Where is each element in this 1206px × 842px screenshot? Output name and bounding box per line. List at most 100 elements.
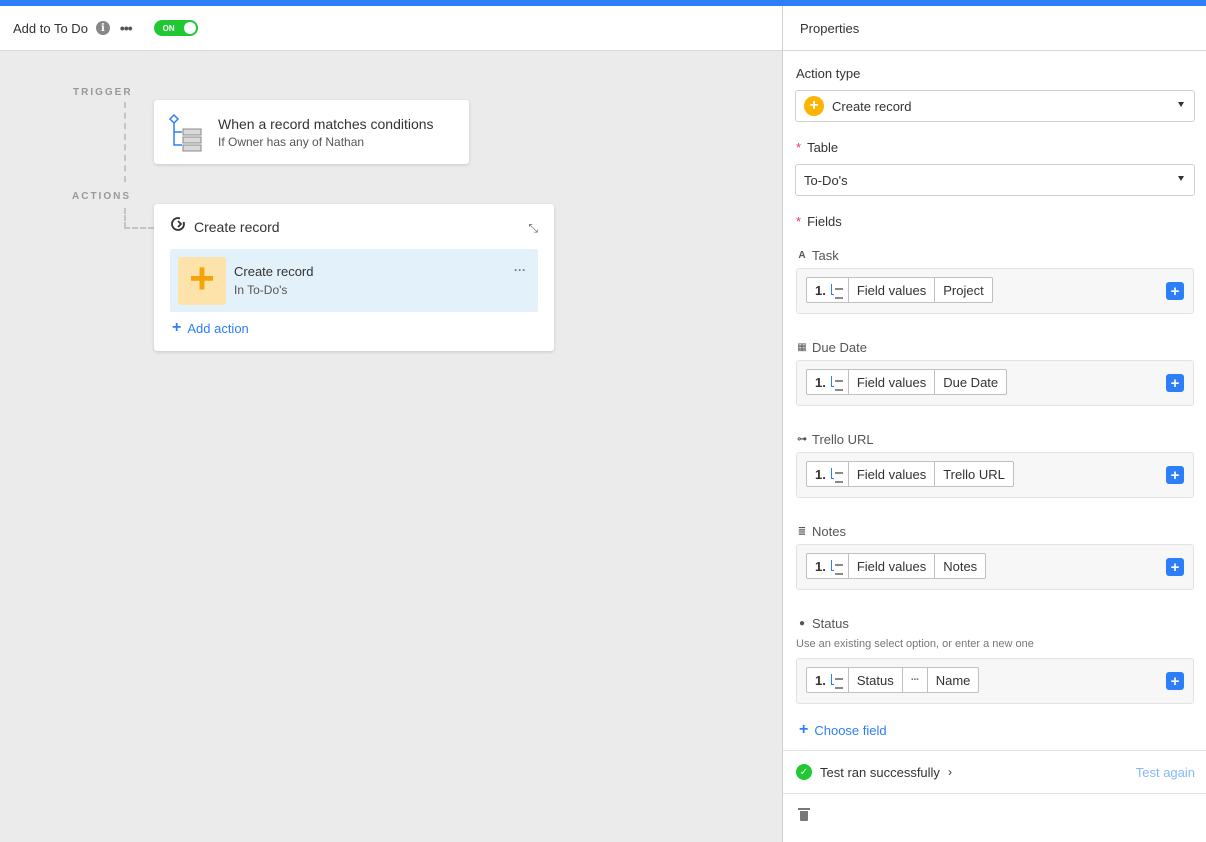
plus-icon: + (172, 319, 182, 336)
action-item-more-icon[interactable]: ··· (514, 263, 526, 277)
check-circle-icon: ✓ (796, 764, 812, 780)
insert-value-button[interactable]: + (1166, 282, 1184, 300)
add-action-label: Add action (187, 320, 249, 336)
trigger-card[interactable]: When a record matches conditions If Owne… (154, 100, 469, 164)
automation-name[interactable]: Add to To Do (13, 21, 88, 36)
automation-toggle[interactable]: ON (153, 20, 198, 36)
field-value-input[interactable]: 1. Field values Due Date + (796, 360, 1194, 406)
test-status-text[interactable]: Test ran successfully (820, 765, 940, 780)
trigger-step-icon (830, 468, 844, 483)
insert-value-button[interactable]: + (1166, 558, 1184, 576)
collapse-icon[interactable]: ⤡ (528, 221, 538, 236)
field-label-4: ● Status (797, 616, 849, 631)
caret-down-icon (1178, 176, 1184, 181)
caret-down-icon (1178, 102, 1184, 107)
field-token[interactable]: Field values (847, 277, 936, 303)
field-token[interactable]: Field values (847, 553, 936, 579)
trigger-title: When a record matches conditions (218, 115, 434, 132)
token-text: ··· (910, 674, 920, 686)
field-label-1: ▦ Due Date (797, 340, 867, 355)
test-again-button[interactable]: Test again (1136, 765, 1195, 780)
field-token[interactable]: Due Date (934, 369, 1008, 395)
field-token[interactable]: ··· (901, 667, 928, 693)
token-row: 1. Field values Due Date (806, 369, 1008, 395)
trigger-step-icon (830, 560, 844, 575)
token-text: Trello URL (943, 466, 1005, 482)
link-icon: ⊶ (797, 434, 807, 445)
insert-value-button[interactable]: + (1166, 466, 1184, 484)
field-token[interactable]: Field values (847, 461, 936, 487)
test-status-row: ✓ Test ran successfully › Test again (783, 750, 1206, 794)
actions-card-header: Create record ⤡ (154, 204, 554, 249)
table-label: * Table (796, 140, 838, 155)
table-select[interactable]: To-Do's (795, 164, 1195, 196)
single-select-icon: ● (798, 618, 806, 629)
field-token[interactable]: Trello URL (934, 461, 1014, 487)
token-row: 1. Field values Project (806, 277, 993, 303)
field-label-2: ⊶ Trello URL (797, 432, 874, 447)
more-icon[interactable]: ••• (120, 20, 133, 36)
field-value-input[interactable]: 1. Field values Notes + (796, 544, 1194, 590)
token-row: 1. Status ··· Name (806, 667, 980, 693)
field-name-text: Due Date (812, 340, 867, 355)
properties-header: Properties (783, 6, 1206, 51)
field-name-text: Trello URL (812, 432, 874, 447)
field-token[interactable]: Status (847, 667, 903, 693)
token-text: 1. (815, 466, 826, 482)
table-label-text: Table (807, 140, 839, 155)
step-token[interactable]: 1. (806, 277, 849, 303)
chevron-right-icon[interactable]: › (948, 765, 952, 779)
token-text: 1. (815, 282, 826, 298)
step-token[interactable]: 1. (806, 553, 849, 579)
token-text: 1. (815, 374, 826, 390)
field-token[interactable]: Field values (847, 369, 936, 395)
trigger-step-icon (830, 376, 844, 391)
token-text: Due Date (943, 374, 999, 390)
choose-field-label: Choose field (814, 722, 887, 738)
field-name-text: Notes (812, 524, 846, 539)
automation-header: Add to To Do i ••• ON (0, 6, 782, 51)
trigger-section-label: TRIGGER (73, 87, 133, 98)
actions-connector-vertical (124, 208, 126, 228)
field-hint: Use an existing select option, or enter … (796, 638, 1034, 650)
token-text: Field values (856, 466, 927, 482)
toggle-label: ON (162, 23, 175, 33)
insert-value-button[interactable]: + (1166, 672, 1184, 690)
field-value-input[interactable]: 1. Field values Trello URL + (796, 452, 1194, 498)
action-item-subtitle: In To-Do's (234, 283, 288, 297)
step-token[interactable]: 1. (806, 369, 849, 395)
actions-card-title: Create record (194, 218, 280, 235)
record-matches-icon (168, 112, 204, 152)
step-token[interactable]: 1. (806, 461, 849, 487)
token-text: Notes (943, 558, 978, 574)
action-type-label: Action type (796, 66, 861, 81)
token-text: Status (856, 672, 894, 688)
token-row: 1. Field values Notes (806, 553, 987, 579)
toggle-knob (183, 22, 196, 34)
action-item-create-record[interactable]: + Create record In To-Do's ··· (170, 249, 538, 312)
plus-icon: + (799, 721, 809, 738)
field-value-input[interactable]: 1. Status ··· Name + (796, 658, 1194, 704)
action-type-select[interactable]: + Create record (795, 90, 1195, 122)
add-action-button[interactable]: + Add action (154, 319, 554, 337)
choose-field-button[interactable]: + Choose field (799, 721, 887, 739)
long-text-icon: ≣ (797, 526, 807, 537)
properties-title: Properties (800, 20, 860, 36)
field-value-input[interactable]: 1. Field values Project + (796, 268, 1194, 314)
action-flow-icon (170, 216, 186, 237)
token-text: Field values (856, 374, 927, 390)
info-icon[interactable]: i (95, 21, 110, 35)
trigger-step-icon (830, 284, 844, 299)
token-text: Field values (856, 558, 927, 574)
token-text: 1. (815, 672, 826, 688)
field-token[interactable]: Name (926, 667, 980, 693)
step-token[interactable]: 1. (806, 667, 849, 693)
action-type-value: Create record (832, 98, 912, 114)
actions-card: Create record ⤡ + Create record In To-Do… (154, 204, 554, 351)
field-token[interactable]: Project (934, 277, 993, 303)
field-label-0: A Task (797, 248, 838, 263)
field-token[interactable]: Notes (934, 553, 987, 579)
trash-icon[interactable] (798, 808, 810, 821)
insert-value-button[interactable]: + (1166, 374, 1184, 392)
token-text: Name (935, 672, 971, 688)
